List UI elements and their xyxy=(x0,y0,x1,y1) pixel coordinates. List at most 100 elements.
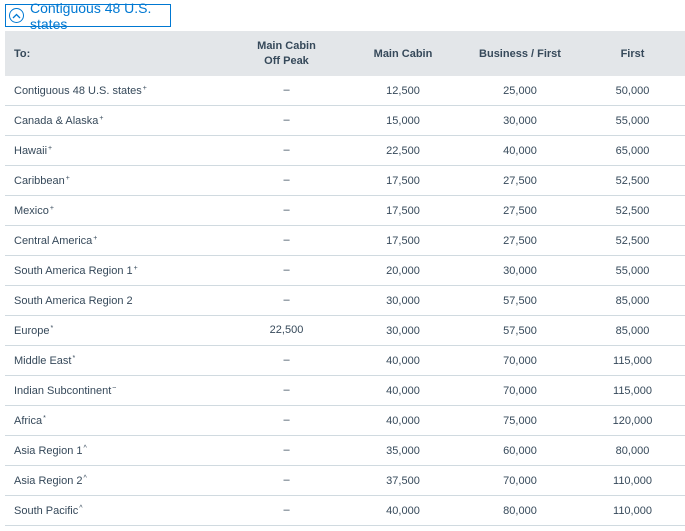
cell-first: 52,500 xyxy=(615,234,650,247)
cell-main-cabin: 17,500 xyxy=(386,234,420,247)
cell-business-first: 30,000 xyxy=(503,264,537,277)
region-footnote-mark: * xyxy=(72,354,76,362)
cell-first: 52,500 xyxy=(615,204,650,217)
cell-main-cabin-off-peak: – xyxy=(283,234,290,246)
cell-business-first: 70,000 xyxy=(503,354,537,367)
cell-main-cabin-off-peak: – xyxy=(283,174,290,186)
header-business-first: Business / First xyxy=(479,47,561,60)
table-row: Canada & Alaska+ – 15,000 30,000 55,000 xyxy=(5,106,685,136)
cell-main-cabin: 15,000 xyxy=(386,114,420,127)
cell-business-first: 30,000 xyxy=(503,114,537,127)
cell-destination: South America Region 2 xyxy=(14,294,133,307)
cell-main-cabin-off-peak: – xyxy=(283,504,290,516)
header-to: To: xyxy=(14,47,31,60)
cell-main-cabin: 40,000 xyxy=(386,354,420,367)
cell-main-cabin: 17,500 xyxy=(386,174,420,187)
cell-main-cabin-off-peak: – xyxy=(283,354,290,366)
cell-main-cabin: 37,500 xyxy=(386,474,420,487)
cell-business-first: 80,000 xyxy=(503,504,537,517)
table-row: Central America+ – 17,500 27,500 52,500 xyxy=(5,226,685,256)
table-row: Mexico+ – 17,500 27,500 52,500 xyxy=(5,196,685,226)
cell-first: 55,000 xyxy=(615,114,650,127)
chevron-up-circle-icon xyxy=(9,8,24,23)
table-row: Indian Subcontinent~ – 40,000 70,000 115,000 xyxy=(5,376,685,406)
cell-first: 80,000 xyxy=(615,444,650,457)
cell-main-cabin: 35,000 xyxy=(386,444,420,457)
cell-first: 115,000 xyxy=(613,384,652,397)
cell-main-cabin: 12,500 xyxy=(386,84,420,97)
cell-main-cabin-off-peak: 22,500 xyxy=(269,324,304,336)
cell-first: 50,000 xyxy=(615,84,650,97)
region-footnote-mark: + xyxy=(48,144,53,152)
cell-destination: Middle East* xyxy=(14,354,76,367)
cell-business-first: 70,000 xyxy=(503,474,537,487)
table-row: Asia Region 1^ – 35,000 60,000 80,000 xyxy=(5,436,685,466)
cell-business-first: 40,000 xyxy=(503,144,537,157)
cell-main-cabin-off-peak: – xyxy=(283,474,290,486)
header-main-cabin-off-peak: Main Cabin Off Peak xyxy=(257,39,316,67)
cell-main-cabin-off-peak: – xyxy=(283,84,290,96)
accordion-toggle-contiguous-48[interactable]: Contiguous 48 U.S. states xyxy=(5,0,171,32)
cell-main-cabin: 22,500 xyxy=(386,144,420,157)
table-row: Europe* 22,500 30,000 57,500 85,000 xyxy=(5,316,685,346)
cell-main-cabin: 17,500 xyxy=(386,204,420,217)
cell-business-first: 57,500 xyxy=(503,294,537,307)
cell-main-cabin: 40,000 xyxy=(386,504,420,517)
cell-business-first: 60,000 xyxy=(503,444,537,457)
cell-main-cabin: 30,000 xyxy=(386,324,420,337)
region-footnote-mark: + xyxy=(49,204,54,212)
cell-business-first: 57,500 xyxy=(503,324,537,337)
cell-first: 52,500 xyxy=(615,174,650,187)
cell-main-cabin-off-peak: – xyxy=(283,144,290,156)
table-row: South America Region 2 – 30,000 57,500 85,00… xyxy=(5,286,685,316)
cell-destination: Hawaii+ xyxy=(14,144,53,157)
region-footnote-mark: * xyxy=(43,414,46,422)
cell-destination: Mexico+ xyxy=(14,204,54,217)
header-main-cabin: Main Cabin xyxy=(373,47,433,60)
cell-destination: Canada & Alaska+ xyxy=(14,114,104,127)
cell-main-cabin-off-peak: – xyxy=(283,294,290,306)
cell-main-cabin: 40,000 xyxy=(386,414,420,427)
award-chart-table: To: Main Cabin Off Peak Main Cabin Busine… xyxy=(5,31,685,526)
region-footnote-mark: + xyxy=(93,234,98,242)
region-footnote-mark: ^ xyxy=(83,444,87,452)
cell-destination: Central America+ xyxy=(14,234,98,247)
cell-destination: South America Region 1+ xyxy=(14,264,138,277)
table-row: South America Region 1+ – 20,000 30,000 55,0… xyxy=(5,256,685,286)
cell-main-cabin-off-peak: – xyxy=(283,444,290,456)
cell-first: 110,000 xyxy=(613,474,652,487)
region-footnote-mark: + xyxy=(65,174,70,182)
cell-main-cabin-off-peak: – xyxy=(283,204,290,216)
region-footnote-mark: * xyxy=(50,324,54,332)
region-footnote-mark: ~ xyxy=(112,384,117,392)
table-body: Contiguous 48 U.S. states+ – 12,500 25,000 5… xyxy=(5,76,685,526)
cell-main-cabin-off-peak: – xyxy=(283,114,290,126)
cell-first: 120,000 xyxy=(612,414,653,427)
cell-first: 55,000 xyxy=(615,264,650,277)
cell-main-cabin-off-peak: – xyxy=(283,384,290,396)
cell-destination: Caribbean+ xyxy=(14,174,70,187)
cell-first: 115,000 xyxy=(613,354,652,367)
cell-main-cabin-off-peak: – xyxy=(283,414,290,426)
cell-destination: Africa* xyxy=(14,414,46,427)
cell-business-first: 70,000 xyxy=(503,384,537,397)
table-row: Contiguous 48 U.S. states+ – 12,500 25,000 5… xyxy=(5,76,685,106)
cell-first: 110,000 xyxy=(613,504,652,517)
table-row: Caribbean+ – 17,500 27,500 52,500 xyxy=(5,166,685,196)
table-row: South Pacific^ – 40,000 80,000 110,000 xyxy=(5,496,685,526)
table-header-row: To: Main Cabin Off Peak Main Cabin Busine… xyxy=(5,31,685,76)
cell-business-first: 27,500 xyxy=(503,204,537,217)
cell-destination: South Pacific^ xyxy=(14,504,83,517)
table-row: Africa* – 40,000 75,000 120,000 xyxy=(5,406,685,436)
cell-business-first: 75,000 xyxy=(503,414,537,427)
cell-first: 85,000 xyxy=(615,324,650,337)
cell-business-first: 25,000 xyxy=(503,84,537,97)
cell-main-cabin-off-peak: – xyxy=(283,264,290,276)
cell-destination: Asia Region 1^ xyxy=(14,444,87,457)
cell-destination: Indian Subcontinent~ xyxy=(14,384,117,397)
region-footnote-mark: + xyxy=(133,264,138,272)
cell-destination: Asia Region 2^ xyxy=(14,474,87,487)
region-footnote-mark: ^ xyxy=(83,474,87,482)
cell-first: 85,000 xyxy=(615,294,650,307)
table-row: Asia Region 2^ – 37,500 70,000 110,000 xyxy=(5,466,685,496)
